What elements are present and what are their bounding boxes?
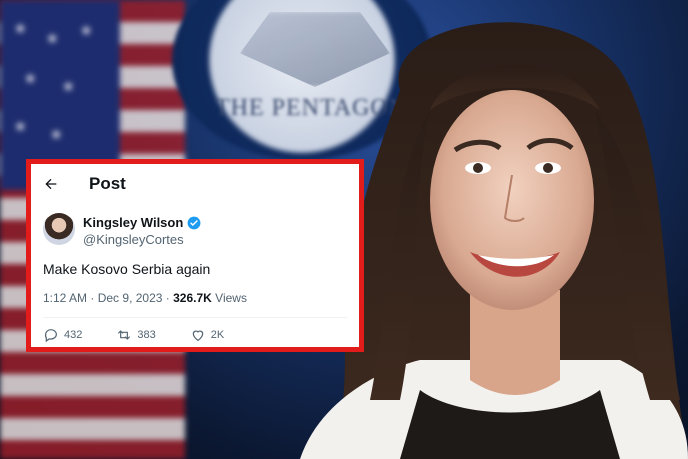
repost-icon: [118, 330, 131, 340]
views-count: 326.7K: [173, 291, 212, 305]
author-row: Kingsley Wilson: [83, 215, 201, 230]
repost-button[interactable]: 383: [116, 327, 156, 343]
post-header: Post: [43, 174, 126, 194]
meta-separator: ·: [90, 291, 95, 305]
tweet-time[interactable]: 1:12 AM: [43, 291, 87, 305]
tweet-text: Make Kosovo Serbia again: [43, 261, 211, 277]
views-label: Views: [215, 291, 247, 305]
tweet-date[interactable]: Dec 9, 2023: [98, 291, 163, 305]
like-count: 2K: [210, 329, 225, 341]
verified-badge-icon: [187, 216, 201, 229]
reply-button[interactable]: 432: [43, 327, 82, 343]
like-button[interactable]: 2K: [190, 327, 224, 343]
page-title: Post: [89, 174, 126, 193]
action-bar: 432 383 2K: [43, 327, 343, 343]
repost-count: 383: [137, 329, 156, 341]
reply-count: 432: [64, 329, 83, 341]
arrow-left-icon[interactable]: [43, 176, 59, 192]
meta-separator: ·: [165, 291, 170, 305]
reply-icon: [44, 329, 57, 343]
author-name[interactable]: Kingsley Wilson: [83, 215, 183, 230]
tweet-meta: 1:12 AM · Dec 9, 2023 · 326.7K Views: [43, 291, 247, 305]
divider: [43, 317, 347, 318]
heart-icon: [192, 330, 203, 342]
tweet-card: Post Kingsley Wilson @KingsleyCortes Mak…: [26, 159, 364, 352]
author-handle[interactable]: @KingsleyCortes: [83, 232, 184, 247]
avatar[interactable]: [43, 213, 75, 245]
